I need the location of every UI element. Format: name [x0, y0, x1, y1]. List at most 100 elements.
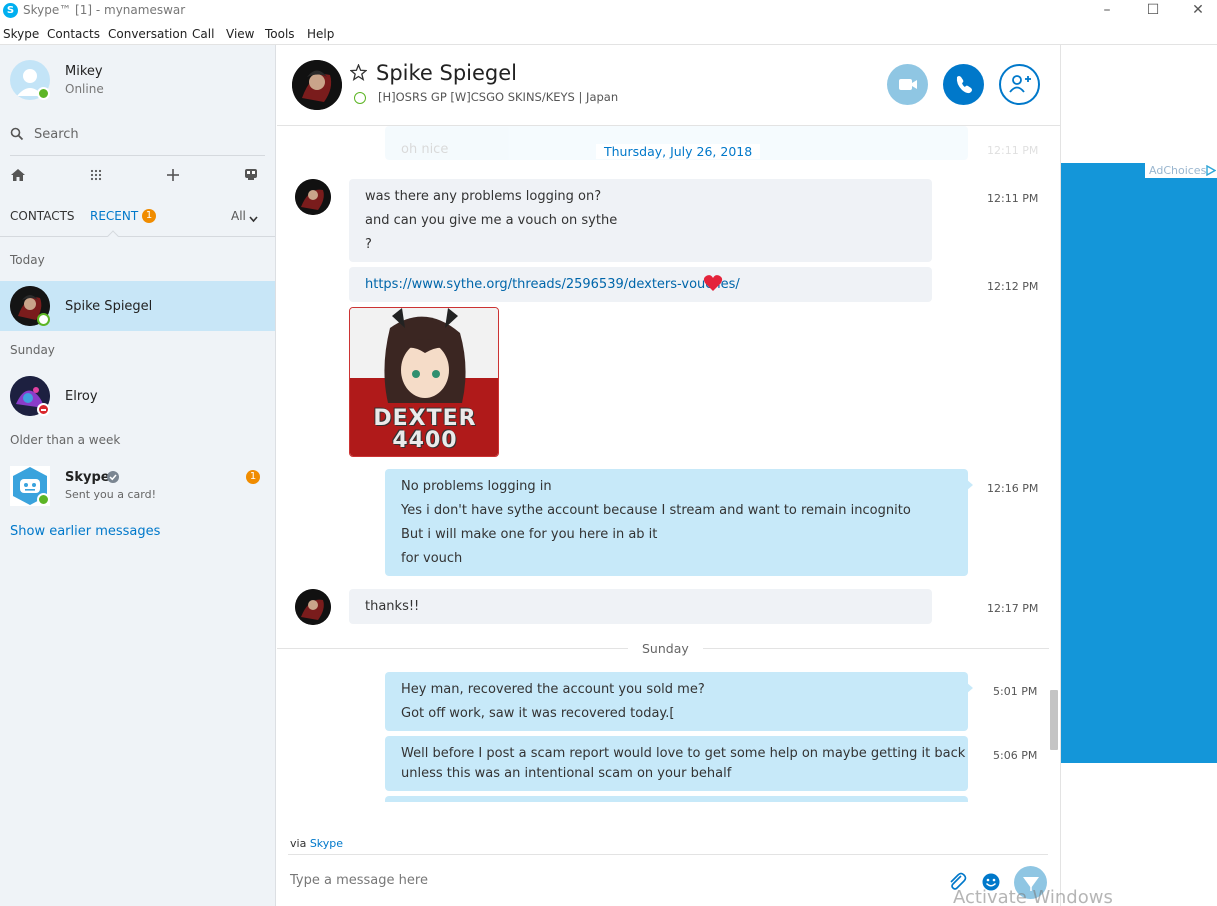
- contact-name: Elroy: [65, 389, 98, 404]
- message-text: Yes i don't have sythe account because I…: [401, 503, 911, 518]
- message-time: 5:01 PM: [993, 685, 1038, 698]
- message-bubble-outgoing[interactable]: Well before I post a scam report would l…: [385, 736, 968, 791]
- adchoices-label: AdChoices: [1149, 164, 1207, 177]
- menu-tools[interactable]: Tools: [265, 27, 295, 41]
- minimize-button[interactable]: –: [1084, 0, 1130, 22]
- menu-conversation[interactable]: Conversation: [108, 27, 187, 41]
- online-status-icon: [354, 92, 366, 104]
- message-time: 12:11 PM: [987, 144, 1039, 157]
- recent-badge: 1: [142, 209, 156, 223]
- search-icon: [10, 127, 24, 145]
- message-text: for vouch: [401, 551, 463, 566]
- message-text: and can you give me a vouch on sythe: [365, 213, 618, 228]
- verified-icon: [107, 471, 119, 483]
- menu-help[interactable]: Help: [307, 27, 334, 41]
- shared-image[interactable]: DEXTER 4400: [349, 307, 499, 457]
- tab-indicator: [107, 230, 119, 242]
- via-label: via Skype: [290, 837, 343, 850]
- heart-emoji-icon: [703, 274, 723, 296]
- message-text: ?: [365, 237, 372, 252]
- bubble-tail: [966, 479, 973, 491]
- dialpad-icon[interactable]: [90, 169, 102, 185]
- video-icon: [899, 79, 917, 90]
- message-time: 12:17 PM: [987, 602, 1039, 615]
- message-bubble-incoming[interactable]: https://www.sythe.org/threads/2596539/de…: [349, 267, 932, 302]
- search-input[interactable]: Search: [34, 127, 79, 142]
- show-earlier-link[interactable]: Show earlier messages: [10, 524, 160, 539]
- add-icon[interactable]: [166, 168, 180, 186]
- message-bubble-outgoing[interactable]: Hey man, recovered the account you sold …: [385, 672, 973, 731]
- message-text: thanks!!: [365, 599, 420, 614]
- message-time: 5:06 PM: [993, 749, 1038, 762]
- adchoices-icon: [1206, 165, 1216, 176]
- message-time: 12:12 PM: [987, 280, 1039, 293]
- contact-subtitle: Sent you a card!: [65, 488, 156, 501]
- message-bubble-outgoing: [385, 796, 968, 802]
- sender-avatar: [295, 179, 331, 215]
- message-input[interactable]: Type a message here: [290, 873, 428, 888]
- video-call-button[interactable]: [887, 64, 928, 105]
- section-older: Older than a week: [10, 433, 121, 447]
- close-button[interactable]: ✕: [1175, 0, 1217, 22]
- message-text: unless this was an intentional scam on y…: [401, 766, 732, 781]
- message-time: 12:11 PM: [987, 192, 1039, 205]
- adchoices-badge[interactable]: AdChoices: [1145, 163, 1217, 178]
- contact-name: Spike Spiegel: [65, 299, 153, 314]
- bubble-tail: [966, 682, 973, 694]
- message-text: Hey man, recovered the account you sold …: [401, 682, 705, 697]
- add-person-button[interactable]: [999, 64, 1040, 105]
- message-time: 12:16 PM: [987, 482, 1039, 495]
- online-status-icon: [37, 493, 50, 506]
- maximize-button[interactable]: ☐: [1130, 0, 1176, 22]
- message-bubble-incoming[interactable]: was there any problems logging on? and c…: [349, 179, 932, 262]
- message-text: Well before I post a scam report would l…: [401, 746, 966, 761]
- filter-all-dropdown[interactable]: All: [231, 209, 246, 223]
- menu-view[interactable]: View: [226, 27, 254, 41]
- message-list[interactable]: oh nice 12:11 PM Thursday, July 26, 2018…: [277, 126, 1060, 802]
- message-bubble-incoming[interactable]: thanks!!: [349, 589, 932, 624]
- home-icon[interactable]: [10, 168, 26, 186]
- scrollbar-thumb[interactable]: [1050, 690, 1058, 750]
- skype-logo-icon: S: [3, 3, 18, 18]
- message-link[interactable]: https://www.sythe.org/threads/2596539/de…: [365, 277, 740, 292]
- via-skype-link[interactable]: Skype: [310, 837, 343, 850]
- divider: [10, 155, 265, 156]
- online-status-icon: [37, 313, 50, 326]
- title-bar: S Skype™ [1] - mynameswar – ☐ ✕: [0, 0, 1217, 22]
- message-text: Got off work, saw it was recovered today…: [401, 706, 675, 721]
- tab-recent[interactable]: RECENT: [90, 209, 138, 223]
- ad-banner[interactable]: [1061, 163, 1217, 763]
- menu-contacts[interactable]: Contacts: [47, 27, 100, 41]
- busy-status-icon: [37, 403, 50, 416]
- chat-avatar[interactable]: [292, 60, 342, 110]
- section-sunday: Sunday: [10, 343, 55, 357]
- message-text: No problems logging in: [401, 479, 552, 494]
- date-separator: Thursday, July 26, 2018: [596, 144, 761, 159]
- sidebar: Mikey Online Search CONTACTS RECENT 1 Al…: [0, 45, 276, 906]
- location-text: Japan: [586, 90, 619, 104]
- star-icon[interactable]: [349, 63, 368, 85]
- chevron-down-icon[interactable]: [249, 212, 258, 227]
- chat-title: Spike Spiegel: [376, 61, 518, 85]
- menu-call[interactable]: Call: [192, 27, 214, 41]
- add-person-icon: [1009, 75, 1031, 93]
- window-title: Skype™ [1] - mynameswar: [23, 3, 186, 17]
- image-caption-line: 4400: [392, 428, 458, 453]
- bot-icon[interactable]: [243, 167, 259, 185]
- message-text: But i will make one for you here in ab i…: [401, 527, 658, 542]
- section-today: Today: [10, 253, 45, 267]
- chat-mood: [H]OSRS GP [W]CSGO SKINS/KEYS | Japan: [378, 90, 619, 104]
- message-text: was there any problems logging on?: [365, 189, 602, 204]
- contact-name: Skype: [65, 470, 110, 485]
- audio-call-button[interactable]: [943, 64, 984, 105]
- unread-badge: 1: [246, 470, 260, 484]
- menu-skype[interactable]: Skype: [3, 27, 39, 41]
- profile-name[interactable]: Mikey: [65, 64, 103, 79]
- tab-contacts[interactable]: CONTACTS: [10, 209, 75, 223]
- divider: [288, 854, 1048, 855]
- profile-status[interactable]: Online: [65, 82, 104, 96]
- divider: [0, 236, 275, 237]
- message-bubble-outgoing[interactable]: No problems logging in Yes i don't have …: [385, 469, 973, 576]
- date-separator: Sunday: [628, 641, 703, 656]
- via-prefix: via: [290, 837, 307, 850]
